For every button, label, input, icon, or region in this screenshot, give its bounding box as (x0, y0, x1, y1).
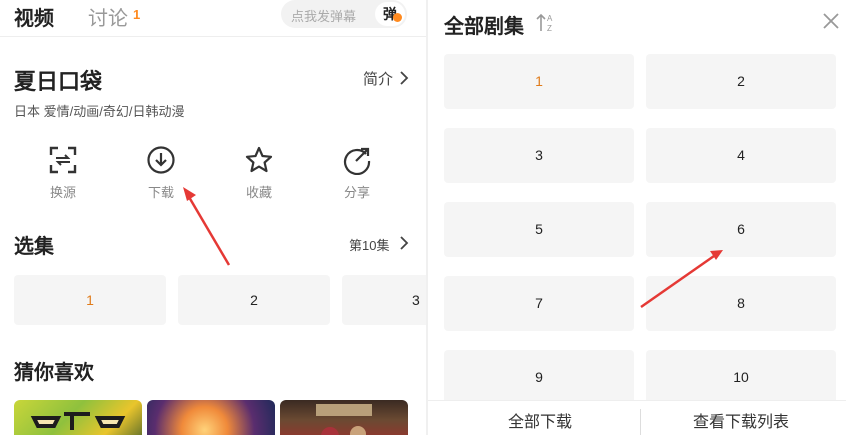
all-episodes-panel: 全部剧集 A Z 1 2 3 4 5 6 7 8 9 10 全部下载 查看下载列… (428, 0, 846, 435)
episode-grid-item[interactable]: 2 (646, 54, 836, 109)
bottom-action-bar: 全部下载 查看下载列表 (428, 400, 846, 435)
action-label: 换源 (49, 185, 76, 200)
episode-item[interactable]: 1 (14, 275, 166, 325)
share-icon (343, 147, 371, 175)
chevron-right-icon[interactable] (399, 70, 409, 86)
episode-grid-item[interactable]: 9 (444, 350, 634, 405)
recommend-section-title: 猜你喜欢 (14, 362, 94, 384)
close-icon[interactable] (822, 12, 840, 30)
episode-grid-item[interactable]: 8 (646, 276, 836, 331)
danmu-toggle-button[interactable]: 弹 (375, 2, 405, 26)
tab-video[interactable]: 视频 (14, 2, 54, 31)
download-all-button[interactable]: 全部下载 (440, 401, 640, 435)
recommend-thumbnail[interactable] (14, 400, 142, 435)
action-label: 下载 (147, 185, 174, 200)
intro-link[interactable]: 简介 (363, 68, 393, 89)
action-label: 收藏 (245, 185, 272, 200)
download-icon (147, 146, 175, 174)
star-icon (245, 146, 273, 173)
danmu-status-dot (393, 13, 402, 22)
switch-source-icon (49, 146, 77, 174)
view-downloads-button[interactable]: 查看下载列表 (641, 401, 841, 435)
episode-label: 3 (412, 292, 420, 308)
video-detail-panel: 视频 讨论 1 点我发弹幕 弹 夏日口袋 简介 日本 爱情/动画/奇幻/日韩动漫… (0, 0, 426, 435)
svg-text:Z: Z (547, 24, 552, 33)
all-episodes-title: 全部剧集 (444, 16, 524, 38)
switch-source-button[interactable]: 换源 (33, 145, 93, 201)
share-button[interactable]: 分享 (327, 145, 387, 201)
episode-grid-item[interactable]: 1 (444, 54, 634, 109)
discussion-count-badge: 1 (133, 7, 141, 22)
action-label: 分享 (343, 185, 370, 200)
episodes-more-link[interactable]: 第10集 (349, 235, 389, 254)
thumbnail-art (30, 412, 126, 430)
episode-grid-item[interactable]: 7 (444, 276, 634, 331)
chevron-right-icon[interactable] (399, 235, 409, 251)
svg-text:A: A (547, 14, 553, 23)
favorite-button[interactable]: 收藏 (229, 145, 289, 201)
episode-item[interactable]: 3 (342, 275, 426, 325)
episodes-section-title: 选集 (14, 236, 54, 258)
sort-icon[interactable]: A Z (536, 12, 556, 34)
episode-item[interactable]: 2 (178, 275, 330, 325)
recommend-thumbnail[interactable] (147, 400, 275, 435)
download-button[interactable]: 下载 (131, 145, 191, 201)
episode-grid-item[interactable]: 5 (444, 202, 634, 257)
episode-grid-item[interactable]: 10 (646, 350, 836, 405)
episode-grid-item[interactable]: 3 (444, 128, 634, 183)
tab-discussion[interactable]: 讨论 (88, 2, 128, 31)
show-title: 夏日口袋 (14, 69, 103, 94)
header-divider (0, 36, 426, 37)
thumbnail-art (316, 404, 372, 435)
show-meta: 日本 爱情/动画/奇幻/日韩动漫 (14, 104, 185, 119)
danmu-placeholder: 点我发弹幕 (291, 9, 357, 24)
episode-grid-item[interactable]: 4 (646, 128, 836, 183)
danmu-input[interactable]: 点我发弹幕 弹 (281, 0, 407, 28)
episode-grid-item[interactable]: 6 (646, 202, 836, 257)
recommend-thumbnail[interactable] (280, 400, 408, 435)
